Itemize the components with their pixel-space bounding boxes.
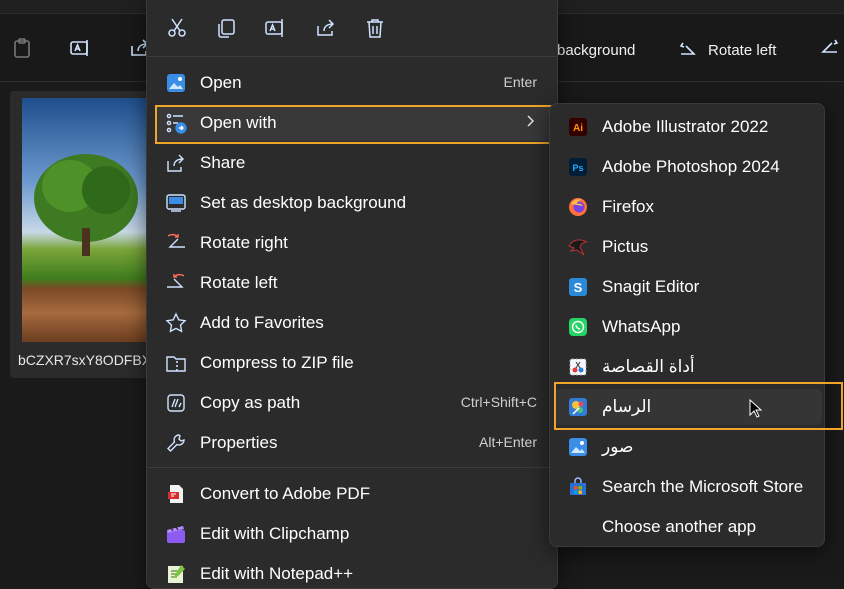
submenu-item-microsoft-store[interactable]: Search the Microsoft Store bbox=[554, 469, 822, 505]
delete-icon[interactable] bbox=[363, 16, 387, 40]
rename-icon[interactable] bbox=[263, 16, 287, 40]
rotate-right-icon bbox=[165, 232, 187, 254]
submenu-item-pictus[interactable]: Pictus bbox=[554, 229, 822, 265]
snipping-tool-icon bbox=[567, 356, 589, 378]
menu-item-compress-zip[interactable]: Compress to ZIP file bbox=[155, 345, 551, 381]
submenu-item-photos[interactable]: صور bbox=[554, 429, 822, 465]
adobe-pdf-icon bbox=[165, 483, 187, 505]
rotate-left-label: Rotate left bbox=[708, 41, 777, 59]
photos-icon bbox=[165, 72, 187, 94]
file-name: bCZXR7sxY8ODFBX bbox=[18, 352, 152, 368]
paste-icon[interactable] bbox=[10, 36, 34, 60]
submenu-item-firefox[interactable]: Firefox bbox=[554, 189, 822, 225]
copy-icon[interactable] bbox=[214, 16, 238, 40]
menu-item-copy-as-path[interactable]: Copy as path Ctrl+Shift+C bbox=[155, 385, 551, 421]
mouse-cursor-icon bbox=[749, 399, 763, 419]
menu-item-properties[interactable]: Properties Alt+Enter bbox=[155, 425, 551, 461]
share-icon bbox=[165, 152, 187, 174]
menu-item-rotate-right[interactable]: Rotate right bbox=[155, 225, 551, 261]
menu-item-shortcut: Enter bbox=[503, 74, 537, 90]
submenu-item-photoshop[interactable]: Ps Adobe Photoshop 2024 bbox=[554, 149, 822, 185]
firefox-icon bbox=[567, 196, 589, 218]
submenu-item-label: Snagit Editor bbox=[602, 277, 700, 296]
quick-actions-row bbox=[147, 8, 557, 48]
clipchamp-icon bbox=[165, 523, 187, 545]
submenu-item-label: Choose another app bbox=[602, 517, 757, 536]
desktop-background-icon bbox=[165, 192, 187, 214]
snagit-badge: S bbox=[574, 280, 583, 295]
submenu-item-label: WhatsApp bbox=[602, 317, 681, 336]
zip-icon bbox=[165, 352, 187, 374]
photoshop-icon: Ps bbox=[567, 156, 589, 178]
share-icon[interactable] bbox=[314, 16, 338, 40]
image-thumbnail[interactable] bbox=[22, 98, 150, 342]
menu-item-rotate-left[interactable]: Rotate left bbox=[155, 265, 551, 301]
rotate-left-button[interactable]: Rotate left bbox=[678, 38, 776, 62]
photoshop-badge: Ps bbox=[572, 163, 583, 173]
menu-item-label: Add to Favorites bbox=[200, 313, 324, 332]
submenu-item-whatsapp[interactable]: WhatsApp bbox=[554, 309, 822, 345]
menu-item-add-to-favorites[interactable]: Add to Favorites bbox=[155, 305, 551, 341]
submenu-item-label: Adobe Illustrator 2022 bbox=[602, 117, 769, 136]
pictus-icon bbox=[567, 236, 589, 258]
menu-item-label: Properties bbox=[200, 433, 278, 452]
submenu-item-illustrator[interactable]: Ai Adobe Illustrator 2022 bbox=[554, 109, 822, 145]
open-with-highlight bbox=[155, 105, 553, 144]
menu-item-label: Edit with Notepad++ bbox=[200, 564, 354, 583]
open-with-submenu: Ai Adobe Illustrator 2022 Ps Adobe Photo… bbox=[549, 103, 825, 547]
illustrator-badge: Ai bbox=[573, 123, 583, 134]
rename-icon[interactable] bbox=[68, 36, 92, 60]
menu-item-label: Edit with Clipchamp bbox=[200, 524, 350, 543]
menu-item-label: Convert to Adobe PDF bbox=[200, 484, 371, 503]
illustrator-icon: Ai bbox=[567, 116, 589, 138]
menu-item-shortcut: Ctrl+Shift+C bbox=[460, 394, 537, 410]
menu-item-label: Rotate right bbox=[200, 233, 288, 252]
submenu-item-snipping-tool[interactable]: أداة القصاصة bbox=[554, 349, 822, 385]
paint-highlight bbox=[554, 382, 843, 430]
submenu-item-snagit[interactable]: S Snagit Editor bbox=[554, 269, 822, 305]
rotate-right-icon[interactable] bbox=[816, 36, 840, 60]
submenu-item-label: Pictus bbox=[602, 237, 649, 256]
menu-divider bbox=[147, 56, 557, 57]
submenu-item-label: Firefox bbox=[602, 197, 654, 216]
submenu-item-choose-another-app[interactable]: Choose another app bbox=[554, 509, 822, 545]
menu-item-share[interactable]: Share bbox=[155, 145, 551, 181]
set-background-label: background bbox=[557, 41, 636, 59]
context-menu: Open Enter Open with Share Set as deskto… bbox=[146, 0, 558, 589]
menu-item-label: Open bbox=[200, 73, 242, 92]
cut-icon[interactable] bbox=[165, 16, 189, 40]
whatsapp-icon bbox=[567, 316, 589, 338]
rotate-left-icon bbox=[678, 40, 698, 60]
menu-item-label: Copy as path bbox=[200, 393, 301, 412]
menu-item-label: Set as desktop background bbox=[200, 193, 407, 212]
menu-item-convert-to-pdf[interactable]: Convert to Adobe PDF bbox=[155, 476, 551, 512]
set-background-button[interactable]: background bbox=[557, 38, 635, 62]
photos-icon bbox=[567, 436, 589, 458]
menu-item-set-desktop-background[interactable]: Set as desktop background bbox=[155, 185, 551, 221]
copy-path-icon bbox=[165, 392, 187, 414]
menu-item-label: Share bbox=[200, 153, 246, 172]
submenu-item-label: Search the Microsoft Store bbox=[602, 477, 804, 496]
menu-item-label: Compress to ZIP file bbox=[200, 353, 354, 372]
menu-item-edit-with-notepadpp[interactable]: Edit with Notepad++ bbox=[155, 556, 551, 589]
menu-item-label: Rotate left bbox=[200, 273, 278, 292]
submenu-item-label: أداة القصاصة bbox=[602, 357, 695, 376]
star-icon bbox=[165, 312, 187, 334]
menu-item-shortcut: Alt+Enter bbox=[479, 434, 537, 450]
submenu-item-label: صور bbox=[602, 437, 634, 456]
menu-divider bbox=[147, 467, 557, 468]
menu-item-open[interactable]: Open Enter bbox=[155, 65, 551, 101]
menu-item-edit-with-clipchamp[interactable]: Edit with Clipchamp bbox=[155, 516, 551, 552]
rotate-left-icon bbox=[165, 272, 187, 294]
submenu-item-label: Adobe Photoshop 2024 bbox=[602, 157, 780, 176]
snagit-icon: S bbox=[567, 276, 589, 298]
notepadpp-icon bbox=[165, 563, 187, 585]
wrench-icon bbox=[165, 432, 187, 454]
store-icon bbox=[567, 476, 589, 498]
